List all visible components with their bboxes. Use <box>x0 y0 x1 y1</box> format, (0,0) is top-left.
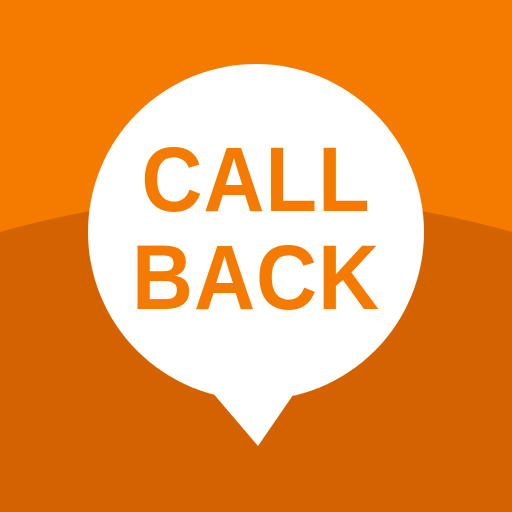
call-label: CALL <box>141 129 371 231</box>
callback-app-icon: CALL BACK <box>0 0 512 512</box>
back-label: BACK <box>131 227 381 329</box>
